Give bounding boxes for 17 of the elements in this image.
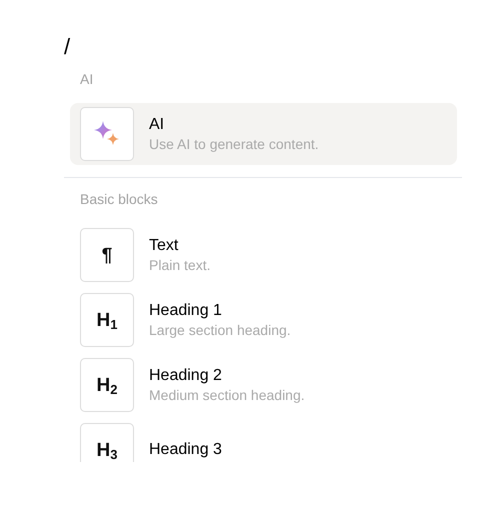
item-title: Heading 2 (149, 366, 223, 386)
item-title: Heading 3 (149, 440, 222, 460)
editor-text: / (64, 34, 70, 60)
block-type-icon: H$_{3}$ (96, 440, 118, 460)
item-title: Text (149, 236, 180, 256)
menu-item[interactable]: AI Use AI to generate content. (70, 103, 457, 165)
item-description: Use AI to generate content. (149, 135, 319, 153)
block-type-icon: H$_{2}$ (96, 376, 118, 394)
item-description: Large section heading. (149, 321, 291, 339)
block-type-icon: ¶ (102, 246, 112, 264)
item-description: Plain text. (149, 256, 210, 274)
section-label: Basic blocks (80, 190, 158, 208)
item-title: Heading 1 (149, 301, 223, 321)
item-title: AI (149, 115, 166, 135)
section-label: AI (80, 70, 94, 88)
item-description: Medium section heading. (149, 386, 305, 404)
block-type-icon: H$_{1}$ (96, 310, 118, 330)
